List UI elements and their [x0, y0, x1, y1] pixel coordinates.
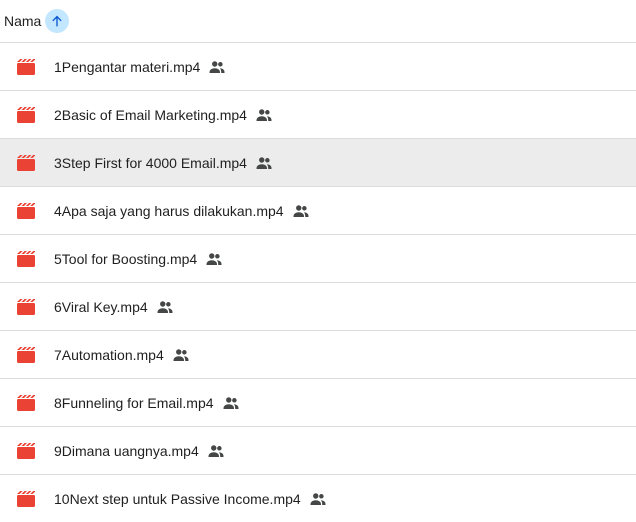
- video-file-icon: [16, 249, 36, 269]
- shared-people-icon: [205, 250, 223, 268]
- file-name: 2Basic of Email Marketing.mp4: [54, 106, 247, 123]
- file-name: 10Next step untuk Passive Income.mp4: [54, 491, 301, 507]
- file-row[interactable]: 3Step First for 4000 Email.mp4: [0, 139, 636, 187]
- file-list: Nama 1Pengantar materi.mp4 2Basic of Ema…: [0, 0, 636, 522]
- video-file-icon: [16, 153, 36, 173]
- file-row[interactable]: 1Pengantar materi.mp4: [0, 43, 636, 91]
- file-rows: 1Pengantar materi.mp4 2Basic of Email Ma…: [0, 43, 636, 522]
- video-file-icon: [16, 489, 36, 509]
- file-name: 8Funneling for Email.mp4: [54, 394, 214, 411]
- arrow-up-icon: [52, 15, 63, 27]
- video-file-icon: [16, 345, 36, 365]
- video-file-icon: [16, 105, 36, 125]
- shared-people-icon: [292, 202, 310, 220]
- file-name: 6Viral Key.mp4: [54, 298, 148, 315]
- file-name: 4Apa saja yang harus dilakukan.mp4: [54, 202, 284, 219]
- file-row[interactable]: 5Tool for Boosting.mp4: [0, 235, 636, 283]
- file-row[interactable]: 2Basic of Email Marketing.mp4: [0, 91, 636, 139]
- shared-people-icon: [172, 346, 190, 364]
- sort-ascending-button[interactable]: [45, 9, 70, 33]
- file-row[interactable]: 6Viral Key.mp4: [0, 283, 636, 331]
- file-name: 1Pengantar materi.mp4: [54, 58, 201, 75]
- video-file-icon: [16, 297, 36, 317]
- shared-people-icon: [208, 58, 226, 76]
- name-column-header[interactable]: Nama: [4, 13, 41, 29]
- file-name: 3Step First for 4000 Email.mp4: [54, 154, 247, 171]
- video-file-icon: [16, 57, 36, 77]
- shared-people-icon: [156, 298, 174, 316]
- shared-people-icon: [255, 106, 273, 124]
- video-file-icon: [16, 441, 36, 461]
- video-file-icon: [16, 201, 36, 221]
- file-row[interactable]: 4Apa saja yang harus dilakukan.mp4: [0, 187, 636, 235]
- file-name: 7Automation.mp4: [54, 346, 164, 363]
- file-row[interactable]: 9Dimana uangnya.mp4: [0, 427, 636, 475]
- file-row[interactable]: 7Automation.mp4: [0, 331, 636, 379]
- shared-people-icon: [207, 442, 225, 460]
- shared-people-icon: [222, 394, 240, 412]
- file-name: 5Tool for Boosting.mp4: [54, 250, 198, 267]
- video-file-icon: [16, 393, 36, 413]
- file-row[interactable]: 8Funneling for Email.mp4: [0, 379, 636, 427]
- file-name: 9Dimana uangnya.mp4: [54, 442, 199, 459]
- column-header-row: Nama: [0, 0, 636, 43]
- shared-people-icon: [255, 154, 273, 172]
- shared-people-icon: [309, 490, 327, 508]
- file-row[interactable]: 10Next step untuk Passive Income.mp4: [0, 475, 636, 522]
